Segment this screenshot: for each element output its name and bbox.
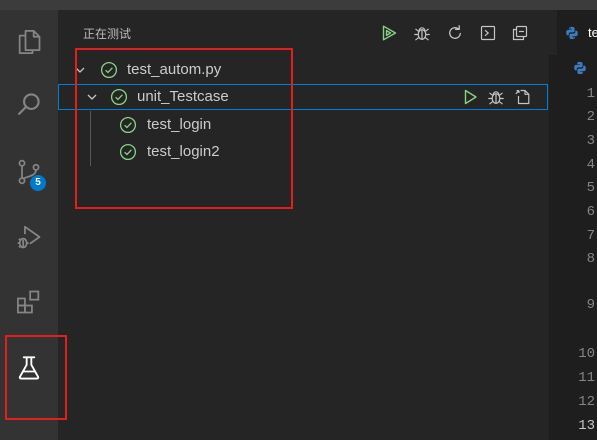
debug-test-button[interactable] bbox=[487, 88, 505, 106]
refresh-icon bbox=[449, 25, 461, 39]
annotation-box-testing-icon bbox=[5, 335, 67, 420]
bug-icon bbox=[414, 27, 430, 41]
annotation-box-test-tree bbox=[75, 48, 293, 209]
go-to-file-icon bbox=[515, 89, 530, 105]
line-number: 12 bbox=[578, 394, 595, 410]
editor-tab-strip: te bbox=[549, 10, 597, 55]
run-test-button[interactable] bbox=[461, 88, 479, 106]
collapse-all-button[interactable] bbox=[511, 24, 529, 42]
editor-area: te 1 2 3 4 5 6 7 8 9 10 11 12 13 bbox=[549, 10, 597, 440]
run-all-tests-button[interactable] bbox=[380, 24, 398, 42]
line-number: 3 bbox=[586, 133, 595, 149]
debug-all-tests-button[interactable] bbox=[413, 24, 431, 42]
python-file-icon bbox=[565, 26, 579, 40]
refresh-tests-button[interactable] bbox=[446, 24, 464, 42]
activity-run-debug[interactable] bbox=[0, 213, 58, 261]
activity-search[interactable] bbox=[0, 80, 58, 128]
terminal-icon bbox=[480, 25, 496, 41]
testing-sidebar: 正在测试 test_autom.py unit_Testcase test_lo… bbox=[58, 10, 549, 440]
line-number: 8 bbox=[586, 251, 595, 267]
extensions-icon bbox=[17, 290, 40, 314]
source-control-badge: 5 bbox=[30, 175, 46, 191]
show-output-button[interactable] bbox=[479, 24, 497, 42]
activity-extensions[interactable] bbox=[0, 278, 58, 326]
line-number: 1 bbox=[586, 86, 595, 102]
line-number: 10 bbox=[578, 346, 595, 362]
bug-icon bbox=[488, 91, 504, 105]
explorer-icon bbox=[18, 30, 41, 54]
line-number: 4 bbox=[586, 157, 595, 173]
sidebar-title: 正在测试 bbox=[83, 27, 132, 41]
run-debug-icon bbox=[17, 225, 41, 249]
activity-source-control[interactable] bbox=[0, 148, 58, 196]
activity-explorer[interactable] bbox=[0, 18, 58, 66]
breadcrumb-python-icon bbox=[573, 61, 587, 75]
line-number: 13 bbox=[578, 418, 595, 434]
search-icon bbox=[18, 93, 40, 115]
line-number: 11 bbox=[578, 370, 595, 386]
editor-tab-label: te bbox=[588, 25, 597, 40]
collapse-all-icon bbox=[512, 25, 528, 41]
title-bar bbox=[0, 0, 597, 10]
line-number: 2 bbox=[586, 109, 595, 125]
editor-tab[interactable]: te bbox=[557, 10, 597, 55]
run-all-tests-icon bbox=[382, 25, 397, 41]
line-number: 9 bbox=[586, 297, 595, 313]
line-number: 5 bbox=[586, 180, 595, 196]
go-to-test-button[interactable] bbox=[514, 88, 532, 106]
line-number: 6 bbox=[586, 204, 595, 220]
line-number: 7 bbox=[586, 228, 595, 244]
play-icon bbox=[464, 89, 477, 105]
